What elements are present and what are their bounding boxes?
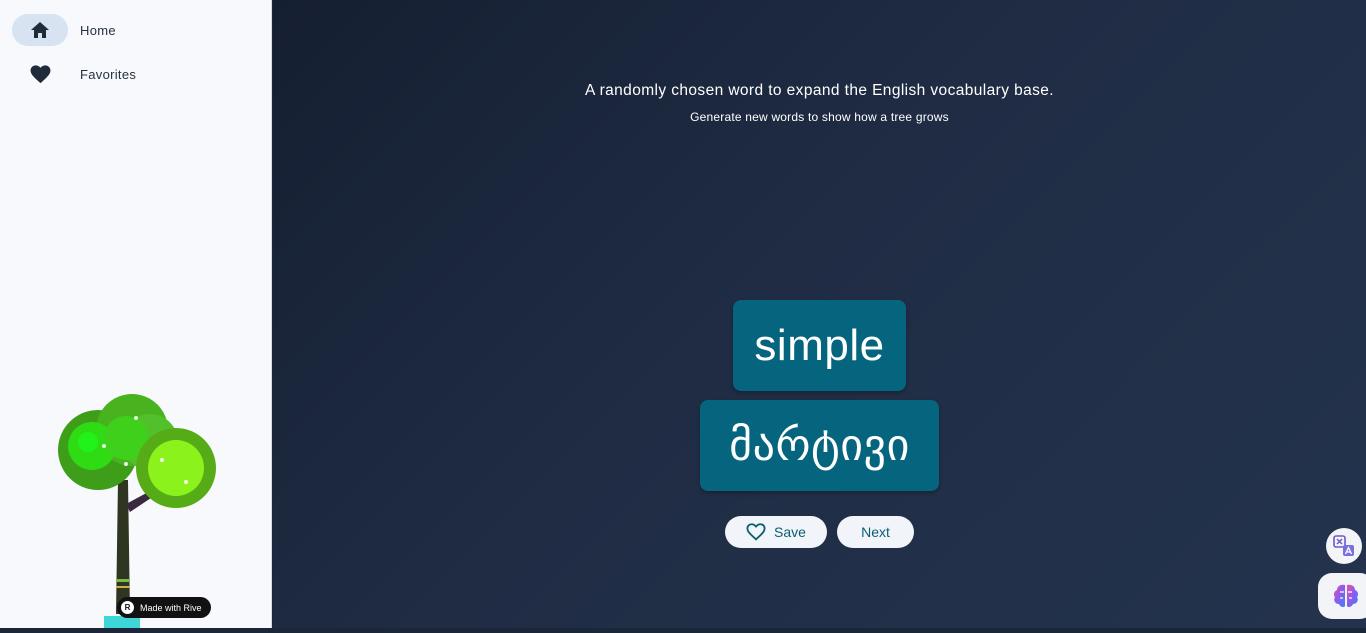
navigation-sidebar: Home Favorites R Made with Rive (0, 0, 272, 628)
main-content: A randomly chosen word to expand the Eng… (273, 0, 1366, 628)
translation-card: მარტივი (700, 400, 939, 491)
heart-icon (12, 58, 68, 90)
save-button-label: Save (774, 524, 806, 540)
next-button[interactable]: Next (837, 516, 914, 548)
word-text: simple (754, 320, 885, 370)
translation-text: მარტივი (729, 420, 910, 471)
save-button[interactable]: Save (725, 516, 827, 548)
nav-item-favorites[interactable]: Favorites (12, 58, 136, 90)
rive-logo-icon: R (121, 601, 134, 614)
heart-outline-icon (746, 523, 766, 541)
word-card: simple (733, 300, 906, 391)
home-icon (12, 14, 68, 46)
tree-animation (52, 384, 222, 628)
translate-icon (1333, 535, 1354, 556)
nav-label-home: Home (80, 22, 116, 38)
page-subtitle: Generate new words to show how a tree gr… (690, 110, 949, 124)
made-with-rive-badge[interactable]: R Made with Rive (117, 597, 211, 618)
rive-badge-label: Made with Rive (140, 602, 202, 613)
nav-item-home[interactable]: Home (12, 14, 116, 46)
next-button-label: Next (861, 524, 890, 540)
brain-icon (1333, 584, 1359, 608)
assistant-button[interactable] (1318, 573, 1366, 619)
translate-button[interactable] (1326, 528, 1362, 564)
page-headline: A randomly chosen word to expand the Eng… (584, 82, 1054, 99)
nav-label-favorites: Favorites (80, 66, 137, 82)
